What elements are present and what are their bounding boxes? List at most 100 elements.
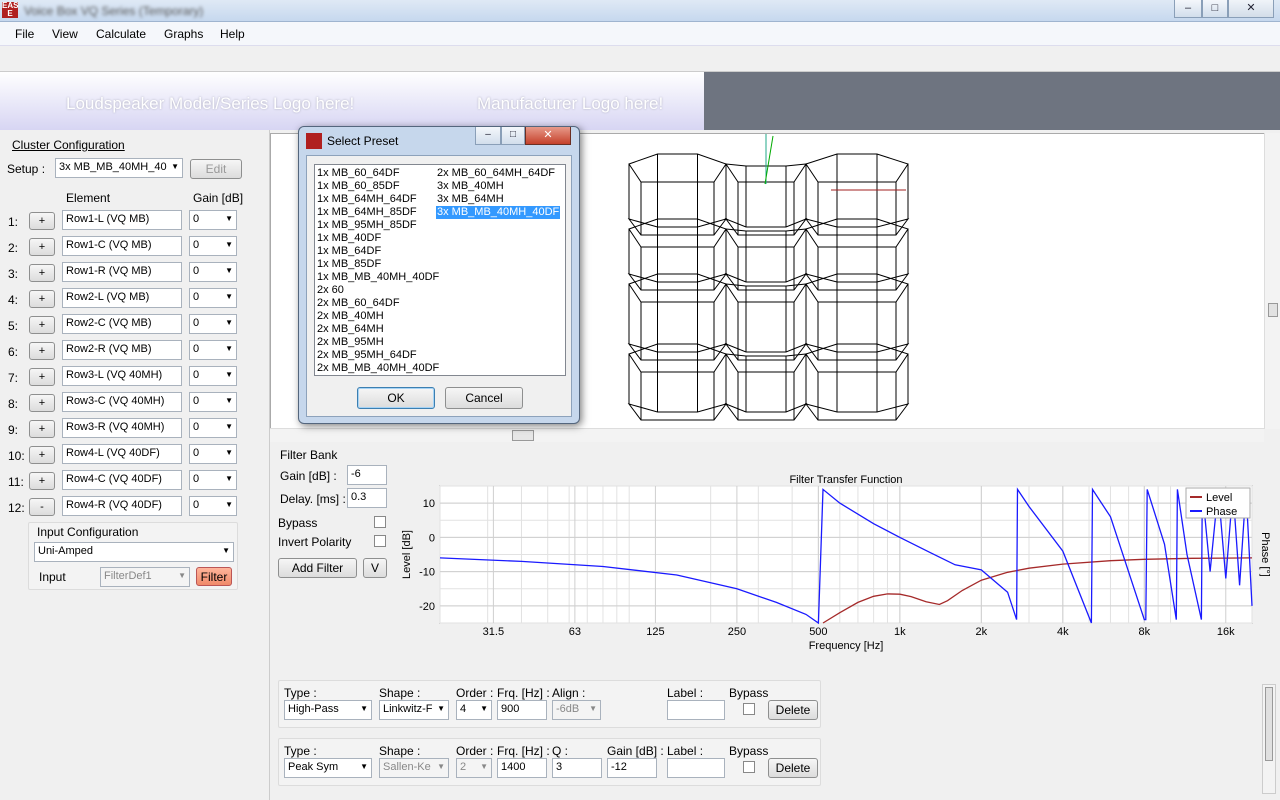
element-gain-combo[interactable]: 0 ▼ [189, 262, 237, 282]
preset-item[interactable]: 2x MB_60_64DF [316, 297, 401, 310]
row-toggle-button[interactable]: + [29, 420, 55, 438]
row-toggle-button[interactable]: + [29, 446, 55, 464]
element-gain-combo[interactable]: 0 ▼ [189, 288, 237, 308]
f1-shape-combo[interactable]: Linkwitz-F ▼ [379, 700, 449, 720]
ok-button[interactable]: OK [357, 387, 435, 409]
element-gain-combo[interactable]: 0 ▼ [189, 366, 237, 386]
maximize-button[interactable]: □ [1202, 0, 1228, 18]
input-combo[interactable]: FilterDef1 ▼ [100, 567, 190, 587]
dialog-minimize-button[interactable]: – [475, 127, 501, 145]
element-name-field[interactable]: Row4-R (VQ 40DF) [62, 496, 182, 516]
element-gain-combo[interactable]: 0 ▼ [189, 470, 237, 490]
f2-type-combo[interactable]: Peak Sym ▼ [284, 758, 372, 778]
preset-item[interactable]: 2x MB_60_64MH_64DF [436, 167, 556, 180]
preset-list[interactable]: 1x MB_60_64DF 1x MB_60_85DF 1x MB_64MH_64D… [314, 164, 566, 376]
preset-item[interactable]: 2x MB_40MH [316, 310, 385, 323]
row-toggle-button[interactable]: + [29, 342, 55, 360]
close-button[interactable]: ✕ [1228, 0, 1274, 18]
menu-graphs[interactable]: Graphs [164, 27, 203, 41]
row-toggle-button[interactable]: + [29, 212, 55, 230]
row-toggle-button[interactable]: + [29, 290, 55, 308]
element-gain-combo[interactable]: 0 ▼ [189, 314, 237, 334]
fb-gain-input[interactable]: -6 [347, 465, 387, 485]
preset-item[interactable]: 3x MB_40MH [436, 180, 505, 193]
f2-delete-button[interactable]: Delete [768, 758, 818, 778]
row-toggle-button[interactable]: + [29, 394, 55, 412]
filter-button[interactable]: Filter [196, 567, 232, 586]
viewport-horizontal-scrollbar[interactable] [270, 428, 1264, 442]
cancel-button[interactable]: Cancel [445, 387, 523, 409]
element-gain-combo[interactable]: 0 ▼ [189, 418, 237, 438]
menu-view[interactable]: View [52, 27, 78, 41]
dialog-close-button[interactable]: ✕ [525, 127, 571, 145]
preset-item[interactable]: 2x 60 [316, 284, 345, 297]
f1-type-combo[interactable]: High-Pass ▼ [284, 700, 372, 720]
f2-order-combo[interactable]: 2 ▼ [456, 758, 492, 778]
row-toggle-button[interactable]: + [29, 264, 55, 282]
preset-item[interactable]: 3x MB_MB_40MH_40DF [436, 206, 561, 219]
element-name-field[interactable]: Row4-C (VQ 40DF) [62, 470, 182, 490]
element-name-field[interactable]: Row3-L (VQ 40MH) [62, 366, 182, 386]
f2-q-input[interactable]: 3 [552, 758, 602, 778]
row-toggle-button[interactable]: + [29, 316, 55, 334]
element-gain-combo[interactable]: 0 ▼ [189, 496, 237, 516]
element-name-field[interactable]: Row3-C (VQ 40MH) [62, 392, 182, 412]
element-gain-combo[interactable]: 0 ▼ [189, 340, 237, 360]
dialog-maximize-button[interactable]: □ [501, 127, 525, 145]
element-name-field[interactable]: Row3-R (VQ 40MH) [62, 418, 182, 438]
row-toggle-button[interactable]: + [29, 368, 55, 386]
f2-frq-input[interactable]: 1400 [497, 758, 547, 778]
row-toggle-button[interactable]: + [29, 238, 55, 256]
edit-button[interactable]: Edit [190, 159, 242, 179]
add-filter-button[interactable]: Add Filter [278, 558, 357, 578]
preset-item[interactable]: 2x MB_MB_40MH_40DF [316, 362, 440, 375]
preset-item[interactable]: 1x MB_64MH_64DF [316, 193, 418, 206]
bypass-checkbox[interactable] [374, 516, 386, 528]
preset-item[interactable]: 1x MB_60_64DF [316, 167, 401, 180]
element-name-field[interactable]: Row1-R (VQ MB) [62, 262, 182, 282]
f1-bypass-checkbox[interactable] [743, 703, 755, 715]
menu-file[interactable]: File [15, 27, 34, 41]
f1-align-combo[interactable]: -6dB ▼ [552, 700, 601, 720]
preset-item[interactable]: 2x MB_95MH [316, 336, 385, 349]
menu-calculate[interactable]: Calculate [96, 27, 146, 41]
minimize-button[interactable]: – [1174, 0, 1202, 18]
element-gain-combo[interactable]: 0 ▼ [189, 236, 237, 256]
element-name-field[interactable]: Row2-C (VQ MB) [62, 314, 182, 334]
element-name-field[interactable]: Row2-L (VQ MB) [62, 288, 182, 308]
row-toggle-button[interactable]: - [29, 498, 55, 516]
f1-label-input[interactable] [667, 700, 725, 720]
f1-order-combo[interactable]: 4 ▼ [456, 700, 492, 720]
preset-item[interactable]: 1x MB_60_85DF [316, 180, 401, 193]
element-gain-combo[interactable]: 0 ▼ [189, 210, 237, 230]
preset-item[interactable]: 1x MB_40DF [316, 232, 382, 245]
element-name-field[interactable]: Row2-R (VQ MB) [62, 340, 182, 360]
preset-item[interactable]: 2x MB_64MH [316, 323, 385, 336]
preset-item[interactable]: 2x MB_95MH_64DF [316, 349, 418, 362]
preset-item[interactable]: 1x MB_64DF [316, 245, 382, 258]
element-gain-combo[interactable]: 0 ▼ [189, 444, 237, 464]
collapse-v-button[interactable]: V [363, 558, 387, 578]
row-toggle-button[interactable]: + [29, 472, 55, 490]
element-name-field[interactable]: Row1-L (VQ MB) [62, 210, 182, 230]
fb-delay-input[interactable]: 0.3 [347, 488, 387, 508]
element-name-field[interactable]: Row1-C (VQ MB) [62, 236, 182, 256]
f2-bypass-checkbox[interactable] [743, 761, 755, 773]
viewport-vertical-scrollbar[interactable] [1264, 133, 1280, 429]
f1-frq-input[interactable]: 900 [497, 700, 547, 720]
preset-item[interactable]: 1x MB_MB_40MH_40DF [316, 271, 440, 284]
setup-combo[interactable]: 3x MB_MB_40MH_40 ▼ [55, 158, 183, 178]
preset-item[interactable]: 1x MB_85DF [316, 258, 382, 271]
element-gain-combo[interactable]: 0 ▼ [189, 392, 237, 412]
f2-gain-input[interactable]: -12 [607, 758, 657, 778]
menu-help[interactable]: Help [220, 27, 245, 41]
f2-label-input[interactable] [667, 758, 725, 778]
f1-delete-button[interactable]: Delete [768, 700, 818, 720]
preset-item[interactable]: 1x MB_64MH_85DF [316, 206, 418, 219]
element-name-field[interactable]: Row4-L (VQ 40DF) [62, 444, 182, 464]
amp-mode-combo[interactable]: Uni-Amped ▼ [34, 542, 234, 562]
invert-polarity-checkbox[interactable] [374, 535, 386, 547]
f2-shape-combo[interactable]: Sallen-Ke ▼ [379, 758, 449, 778]
filter-list-scrollbar[interactable] [1262, 684, 1276, 794]
preset-item[interactable]: 1x MB_95MH_85DF [316, 219, 418, 232]
